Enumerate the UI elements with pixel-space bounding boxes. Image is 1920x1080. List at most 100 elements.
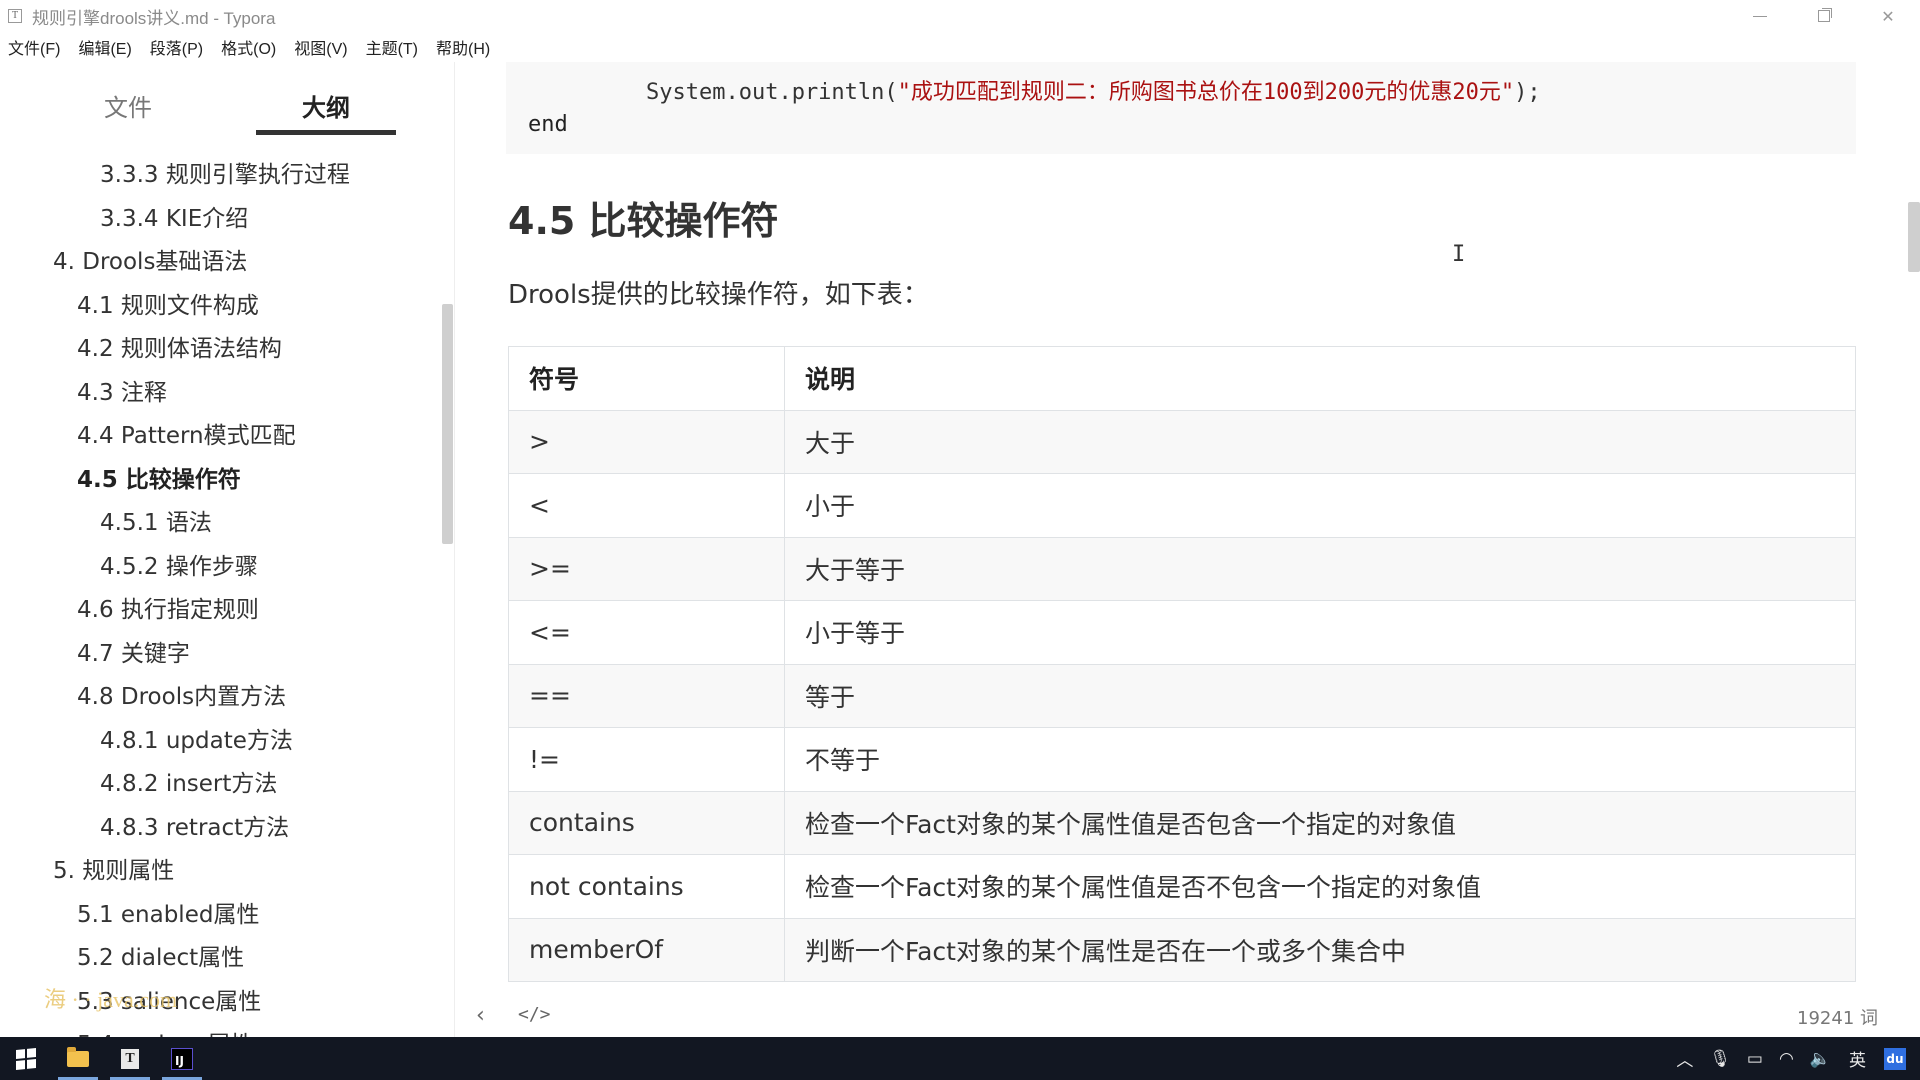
code-line: System.out.println("成功匹配到规则二：所购图书总价在100到… [646,74,1541,106]
outline-item[interactable]: 4.2 规则体语法结构 [0,328,440,372]
outline-item[interactable]: 4.6 执行指定规则 [0,589,440,633]
window-title: 规则引擎drools讲义.md - Typora [32,8,276,28]
input-language-indicator[interactable]: 英 [1849,1046,1866,1071]
sidebar: 文件 大纲 3.3.3 规则引擎执行过程 3.3.4 KIE介绍 4. Droo… [0,62,455,1037]
start-button[interactable] [0,1037,52,1080]
outline-item[interactable]: 5.2 dialect属性 [0,937,440,981]
outline-item[interactable]: 4.7 关键字 [0,633,440,677]
taskbar: T IJ ︿ 🎙 ▭ ◠ 🔈 英 du [0,1037,1920,1080]
typora-window: T 规则引擎drools讲义.md - Typora ✕ 文件(F) 编辑(E)… [0,0,1920,1080]
outline-item[interactable]: 4.5.2 操作步骤 [0,546,440,590]
restore-button[interactable] [1792,0,1856,32]
text-cursor-icon: I [1452,242,1466,267]
menu-paragraph[interactable]: 段落(P) [150,35,203,59]
outline-item[interactable]: 4.1 规则文件构成 [0,285,440,329]
table-cell: contains [508,790,785,855]
outline-item[interactable]: 5. 规则属性 [0,850,440,894]
sidebar-tabs: 文件 大纲 [0,62,454,138]
typora-app-icon: T [8,9,22,23]
file-explorer-icon [67,1046,89,1067]
table-row: contains 检查一个Fact对象的某个属性值是否包含一个指定的对象值 [508,790,1856,855]
table-row: > 大于 [508,409,1856,474]
table-row: != 不等于 [508,727,1856,792]
table-cell: 检查一个Fact对象的某个属性值是否不包含一个指定的对象值 [784,854,1856,919]
taskbar-typora[interactable]: T [104,1037,156,1080]
battery-icon[interactable]: ▭ [1747,1049,1763,1069]
table-row: == 等于 [508,663,1856,728]
code-line: end [528,112,568,137]
intellij-idea-icon: IJ [171,1047,193,1070]
outline-item-active[interactable]: 4.5 比较操作符 [0,459,440,503]
outline-item[interactable]: 4.8.3 retract方法 [0,807,440,851]
code-string: "成功匹配到规则二：所购图书总价在100到200元的优惠20元" [897,80,1515,105]
table-cell: <= [508,600,785,665]
outline-item[interactable]: 4.3 注释 [0,372,440,416]
tab-outline[interactable]: 大纲 [302,88,350,123]
outline-item[interactable]: 3.3.4 KIE介绍 [0,198,440,242]
table-row: < 小于 [508,473,1856,538]
sidebar-scrollbar[interactable] [442,304,453,544]
table-cell: 小于等于 [784,600,1856,665]
menu-theme[interactable]: 主题(T) [366,35,418,59]
table-row: memberOf 判断一个Fact对象的某个属性是否在一个或多个集合中 [508,917,1856,982]
window-controls: ✕ [1728,0,1920,32]
table-cell: >= [508,536,785,601]
outline-item[interactable]: 3.3.3 规则引擎执行过程 [0,154,440,198]
menu-bar: 文件(F) 编辑(E) 段落(P) 格式(O) 视图(V) 主题(T) 帮助(H… [0,32,1920,62]
table-cell: 等于 [784,663,1856,728]
menu-view[interactable]: 视图(V) [294,35,347,59]
table-cell: < [508,473,785,538]
word-count[interactable]: 19241 词 [1797,1004,1878,1030]
taskbar-file-explorer[interactable] [52,1037,104,1080]
outline-item[interactable]: 4.8.2 insert方法 [0,763,440,807]
baidu-icon[interactable]: du [1884,1047,1906,1070]
title-bar: T 规则引擎drools讲义.md - Typora ✕ [0,0,1920,32]
menu-edit[interactable]: 编辑(E) [78,35,131,59]
outline-item[interactable]: 4.5.1 语法 [0,502,440,546]
restore-icon [1818,10,1830,22]
table-row: <= 小于等于 [508,600,1856,665]
toggle-sidebar-button[interactable]: ‹ [476,1003,485,1028]
menu-format[interactable]: 格式(O) [221,35,276,59]
menu-help[interactable]: 帮助(H) [436,35,490,59]
table-cell: 大于 [784,409,1856,474]
system-tray: ︿ 🎙 ▭ ◠ 🔈 英 du [1668,1037,1920,1080]
section-heading: 4.5 比较操作符 [508,199,779,243]
outline-item[interactable]: 4.4 Pattern模式匹配 [0,415,440,459]
table-cell: != [508,727,785,792]
paragraph: Drools提供的比较操作符，如下表： [508,280,929,310]
content-scrollbar[interactable] [1908,202,1920,272]
table-header-cell: 符号 [508,346,785,411]
minimize-icon [1753,15,1767,17]
table-cell: 大于等于 [784,536,1856,601]
outline-item[interactable]: 5.4 no-loop属性 [0,1024,440,1037]
code-text: ); [1514,80,1541,105]
table-cell: not contains [508,854,785,919]
chevron-up-icon[interactable]: ︿ [1676,1046,1693,1071]
microphone-icon[interactable]: 🎙 [1709,1049,1731,1069]
table-cell: 小于 [784,473,1856,538]
minimize-button[interactable] [1728,0,1792,32]
volume-icon[interactable]: 🔈 [1810,1049,1831,1069]
table-header-cell: 说明 [784,346,1856,411]
outline-item[interactable]: 4. Drools基础语法 [0,241,440,285]
table-cell: 判断一个Fact对象的某个属性是否在一个或多个集合中 [784,917,1856,982]
outline-item[interactable]: 5.1 enabled属性 [0,894,440,938]
outline-item[interactable]: 4.8 Drools内置方法 [0,676,440,720]
table-cell: > [508,409,785,474]
table-header-row: 符号 说明 [508,346,1856,411]
editor-content[interactable]: System.out.println("成功匹配到规则二：所购图书总价在100到… [456,62,1920,1037]
taskbar-intellij[interactable]: IJ [156,1037,208,1080]
table-cell: 不等于 [784,727,1856,792]
close-button[interactable]: ✕ [1856,0,1920,32]
code-block[interactable]: System.out.println("成功匹配到规则二：所购图书总价在100到… [506,62,1856,154]
source-code-mode-button[interactable]: </> [518,1004,551,1025]
tab-files[interactable]: 文件 [104,88,152,123]
outline-list: 3.3.3 规则引擎执行过程 3.3.4 KIE介绍 4. Drools基础语法… [0,154,440,1037]
outline-item[interactable]: 4.8.1 update方法 [0,720,440,764]
network-icon[interactable]: ◠ [1779,1049,1794,1069]
code-text: System.out.println( [646,80,898,105]
menu-file[interactable]: 文件(F) [8,35,60,59]
windows-icon [16,1047,36,1070]
typora-icon: T [121,1048,139,1069]
